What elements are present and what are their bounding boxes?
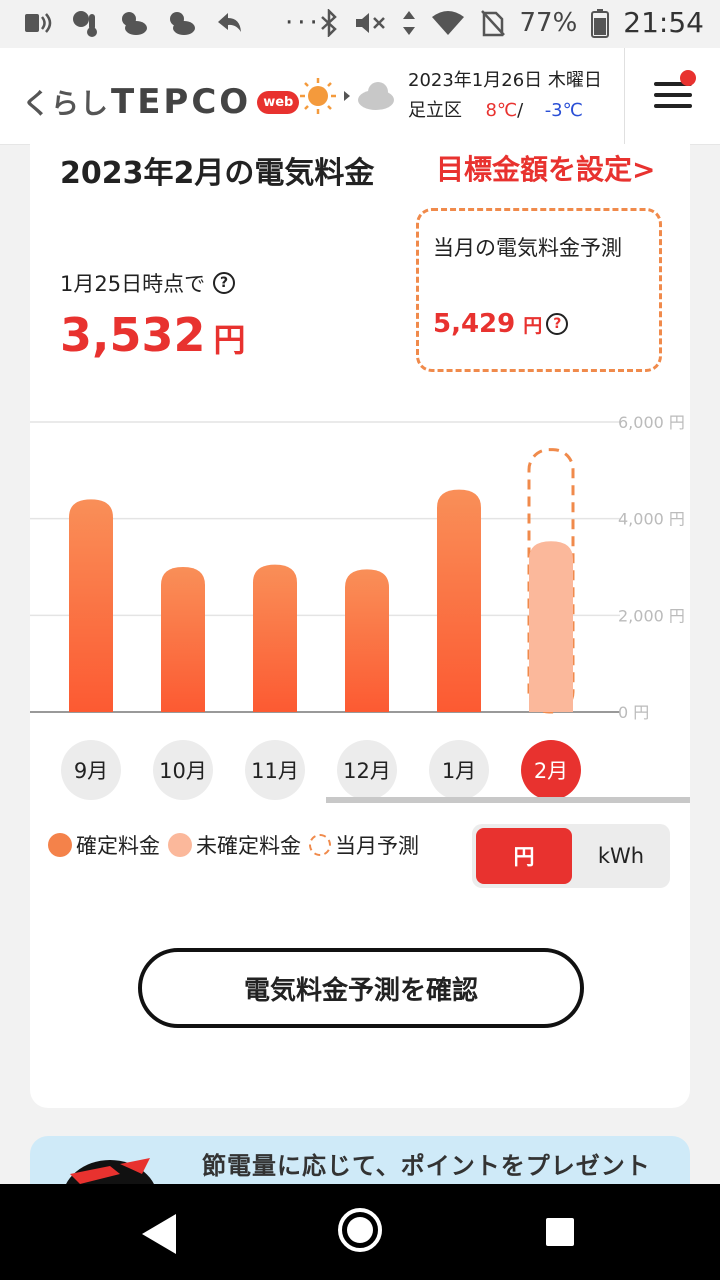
status-left-icons <box>22 8 244 38</box>
legend-unconfirmed-label: 未確定料金 <box>196 834 301 858</box>
mute-icon <box>355 12 385 33</box>
weather-info: 2023年1月26日 木曜日 足立区 8℃/ -3℃ <box>408 66 602 126</box>
confirmed-bar-11月 <box>253 564 297 712</box>
nfc-icon <box>25 13 52 33</box>
legend-forecast: 当月予測 <box>309 830 419 860</box>
legend-forecast-label: 当月予測 <box>335 834 419 858</box>
battery-percentage: 77% <box>519 7 578 38</box>
home-icon[interactable] <box>338 1208 382 1252</box>
legend-unconfirmed-swatch <box>168 833 192 857</box>
as-of-text: 1月25日時点で <box>60 272 206 296</box>
confirmed-bar-10月 <box>161 567 205 712</box>
month-scrollbar[interactable] <box>326 797 690 803</box>
legend-confirmed-swatch <box>48 833 72 857</box>
temp-separator: / <box>517 100 524 121</box>
chart-legend: 確定料金 未確定料金 当月予測 <box>48 830 427 860</box>
partly-cloudy-icon-2 <box>170 12 195 35</box>
temp-low: -3℃ <box>544 100 583 121</box>
recents-icon[interactable] <box>546 1218 574 1246</box>
clock: 21:54 <box>623 6 704 39</box>
current-amount-unit: 円 <box>213 321 246 359</box>
help-icon[interactable]: ? <box>213 272 236 294</box>
battery-icon <box>591 8 610 38</box>
y-tick-label: 2,000 円 <box>618 606 685 625</box>
month-button-1月[interactable]: 1月 <box>429 740 489 800</box>
bluetooth-icon <box>320 8 337 37</box>
confirmed-bar-12月 <box>345 569 389 712</box>
current-amount-value: 3,532 <box>60 308 206 362</box>
y-tick-label: 4,000 円 <box>618 510 685 529</box>
logo-kurashi-text: くらし <box>22 87 110 120</box>
app-header: くらし TEPCO web 2023年1月26日 木曜日 足立区 8℃/ -3℃ <box>0 48 720 145</box>
status-right-icons: 77% 21:54 <box>318 6 704 39</box>
current-amount: 3,532 円 <box>60 308 246 362</box>
android-nav-bar <box>0 1184 720 1280</box>
electricity-bill-card: 2023年2月の電気料金 目標金額を設定> 1月25日時点で ? 3,532 円 … <box>30 144 690 1108</box>
forecast-label: 当月の電気料金予測 <box>433 236 622 260</box>
forecast-amount-value: 5,429 <box>433 309 516 339</box>
reply-arrow-icon <box>218 13 241 32</box>
legend-forecast-swatch <box>309 834 331 856</box>
sun-to-cloud-icon <box>300 78 394 114</box>
y-tick-label: 0 円 <box>618 703 649 722</box>
logo-tepco-text: TEPCO <box>111 82 252 122</box>
legend-unconfirmed: 未確定料金 <box>168 830 301 860</box>
wifi-icon <box>431 10 464 35</box>
unconfirmed-bar-2月 <box>529 541 573 712</box>
month-button-2月[interactable]: 2月 <box>521 740 581 800</box>
forecast-help-icon[interactable]: ? <box>546 313 569 335</box>
set-target-link[interactable]: 目標金額を設定> <box>436 148 655 188</box>
month-button-12月[interactable]: 12月 <box>337 740 397 800</box>
status-bar: ··· 77% 21:54 <box>0 0 720 48</box>
as-of-label: 1月25日時点で ? <box>60 268 236 298</box>
header-divider <box>624 48 625 144</box>
kurashi-tepco-logo[interactable]: くらし TEPCO web <box>22 82 300 122</box>
check-forecast-button[interactable]: 電気料金予測を確認 <box>138 948 584 1028</box>
unit-kwh-button[interactable]: kWh <box>576 828 666 884</box>
card-title: 2023年2月の電気料金 <box>60 156 375 191</box>
partly-cloudy-icon <box>122 12 147 35</box>
data-arrows-icon <box>402 10 415 35</box>
status-overflow-dots: ··· <box>285 8 322 38</box>
month-button-10月[interactable]: 10月 <box>153 740 213 800</box>
y-tick-label: 6,000 円 <box>618 413 685 432</box>
forecast-box: 当月の電気料金予測 5,429 円 ? <box>416 208 662 372</box>
unit-toggle: 円 kWh <box>472 824 670 888</box>
weather-area: 足立区 <box>408 100 462 121</box>
month-button-9月[interactable]: 9月 <box>61 740 121 800</box>
notification-dot <box>680 70 696 86</box>
unit-yen-button[interactable]: 円 <box>476 828 572 884</box>
month-button-11月[interactable]: 11月 <box>245 740 305 800</box>
forecast-amount: 5,429 円 ? <box>433 309 569 339</box>
temp-high: 8℃ <box>485 100 518 121</box>
logo-web-badge: web <box>257 90 300 114</box>
banner-text: 節電量に応じて、ポイントをプレゼント <box>202 1152 651 1180</box>
hamburger-menu-button[interactable] <box>654 82 692 110</box>
weather-thermometer-icon <box>73 11 97 37</box>
legend-confirmed-label: 確定料金 <box>76 834 160 858</box>
confirmed-bar-1月 <box>437 489 481 712</box>
weather-date: 2023年1月26日 木曜日 <box>408 70 602 91</box>
back-icon[interactable] <box>140 1212 180 1256</box>
weather-forecast <box>298 76 398 116</box>
legend-confirmed: 確定料金 <box>48 830 160 860</box>
weather-temps: 足立区 8℃/ -3℃ <box>408 96 602 126</box>
forecast-amount-unit: 円 <box>523 314 543 337</box>
confirmed-bar-9月 <box>69 499 113 712</box>
no-sim-icon <box>480 9 505 36</box>
